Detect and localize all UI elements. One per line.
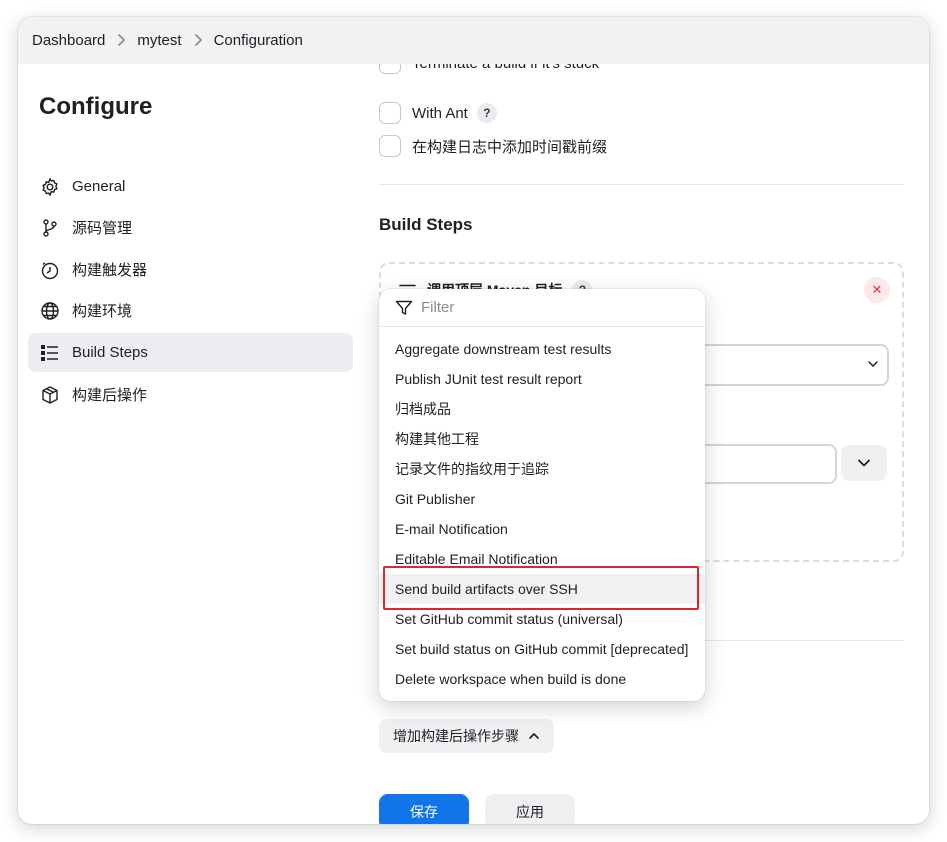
sidebar: Configure General 源码管理 构建触发器 构建环境 Build …	[18, 64, 363, 824]
sidebar-item-build-environment[interactable]: 构建环境	[28, 291, 353, 330]
sidebar-item-build-steps[interactable]: Build Steps	[28, 333, 353, 372]
expand-button[interactable]	[841, 445, 887, 481]
sidebar-item-post-build[interactable]: 构建后操作	[28, 375, 353, 414]
timestamp-label: 在构建日志中添加时间戳前缀	[412, 138, 608, 156]
menu-item-send-artifacts-ssh[interactable]: Send build artifacts over SSH	[379, 574, 705, 604]
menu-item[interactable]: 构建其他工程	[379, 424, 705, 454]
menu-item[interactable]: Git Publisher	[379, 484, 705, 514]
apply-button[interactable]: 应用	[485, 794, 575, 824]
menu-list: Aggregate downstream test results Publis…	[379, 327, 705, 694]
menu-item[interactable]: E-mail Notification	[379, 514, 705, 544]
menu-item[interactable]: Aggregate downstream test results	[379, 334, 705, 364]
sidebar-item-general[interactable]: General	[28, 167, 353, 206]
sidebar-item-label: 构建后操作	[72, 387, 148, 404]
add-post-build-step-button[interactable]: 增加构建后操作步骤	[379, 719, 554, 753]
menu-item[interactable]: Editable Email Notification	[379, 544, 705, 574]
menu-item[interactable]: 记录文件的指纹用于追踪	[379, 454, 705, 484]
timestamp-option[interactable]: 在构建日志中添加时间戳前缀	[379, 135, 607, 157]
globe-icon	[40, 301, 60, 321]
chevron-right-icon	[117, 33, 126, 49]
build-steps-title: Build Steps	[379, 215, 473, 234]
menu-item[interactable]: Set build status on GitHub commit [depre…	[379, 634, 705, 664]
sidebar-item-label: General	[72, 178, 126, 195]
menu-item[interactable]: Publish JUnit test result report	[379, 364, 705, 394]
sidebar-item-source-control[interactable]: 源码管理	[28, 208, 353, 247]
sidebar-item-label: 构建环境	[72, 303, 133, 320]
with-ant-label: With Ant	[412, 104, 468, 122]
page-title: Configure	[39, 93, 153, 120]
menu-item[interactable]: 归档成品	[379, 394, 705, 424]
gear-icon	[40, 177, 60, 197]
chevron-down-icon	[867, 357, 879, 375]
list-icon	[40, 343, 60, 363]
breadcrumb-dashboard[interactable]: Dashboard	[32, 32, 105, 49]
help-icon[interactable]: ?	[476, 103, 497, 123]
chevron-down-icon	[857, 458, 871, 468]
add-post-build-label: 增加构建后操作步骤	[393, 728, 519, 744]
sidebar-item-label: 源码管理	[72, 220, 133, 237]
close-icon[interactable]: ✕	[864, 277, 890, 303]
filter-row	[379, 289, 705, 327]
divider	[379, 184, 904, 185]
branch-icon	[40, 218, 60, 238]
chevron-up-icon	[528, 732, 540, 740]
goals-input[interactable]	[691, 444, 837, 484]
chevron-right-icon	[194, 33, 202, 49]
with-ant-checkbox[interactable]	[379, 102, 401, 124]
breadcrumb-mytest[interactable]: mytest	[137, 32, 181, 49]
breadcrumb-configuration[interactable]: Configuration	[214, 32, 303, 49]
filter-input[interactable]	[421, 299, 671, 316]
with-ant-option[interactable]: With Ant ?	[379, 102, 497, 124]
clock-icon	[40, 260, 60, 280]
sidebar-item-label: 构建触发器	[72, 262, 148, 279]
sidebar-item-build-triggers[interactable]: 构建触发器	[28, 250, 353, 289]
filter-icon	[395, 300, 413, 316]
menu-item[interactable]: Set GitHub commit status (universal)	[379, 604, 705, 634]
save-button[interactable]: 保存	[379, 794, 469, 824]
sidebar-item-label: Build Steps	[72, 344, 148, 361]
menu-item[interactable]: Delete workspace when build is done	[379, 664, 705, 694]
package-icon	[40, 385, 60, 405]
breadcrumb: Dashboard mytest Configuration	[18, 17, 929, 64]
timestamp-checkbox[interactable]	[379, 135, 401, 157]
maven-version-select[interactable]	[691, 344, 889, 386]
post-build-action-menu: Aggregate downstream test results Publis…	[379, 289, 705, 701]
